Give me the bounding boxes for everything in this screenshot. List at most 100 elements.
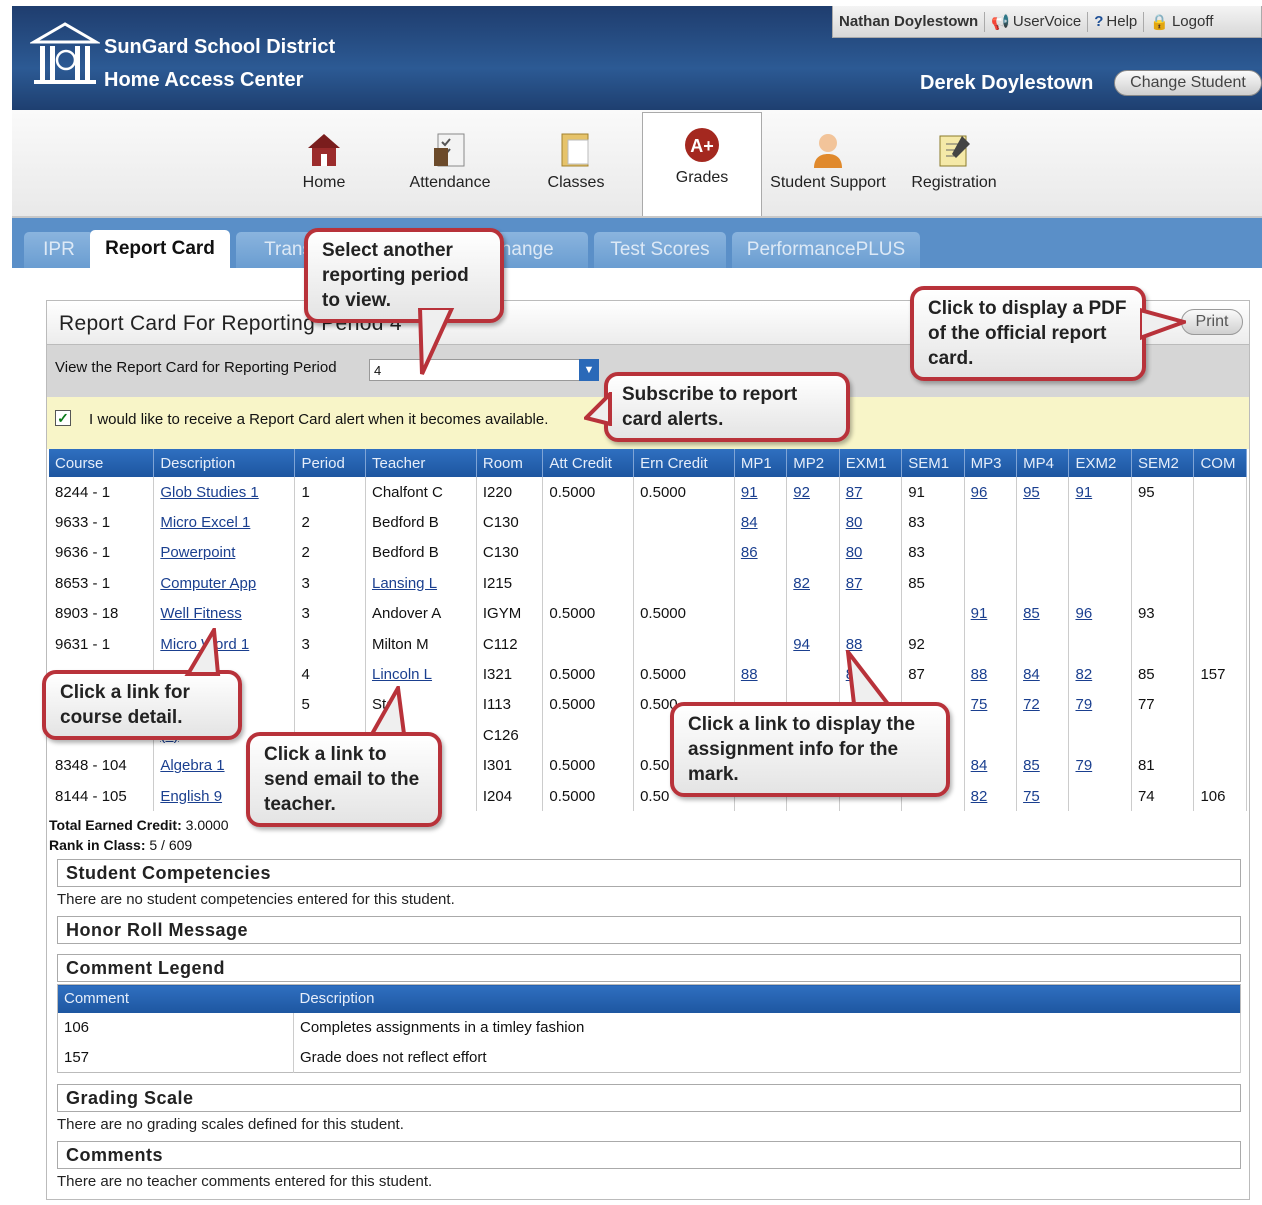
- mark-link[interactable]: 91: [1075, 484, 1092, 501]
- mark-link[interactable]: 92: [793, 484, 810, 501]
- mark-link[interactable]: 85: [1023, 757, 1040, 774]
- table-row: 9633 - 1 Micro Excel 1 2 Bedford B C130 84 80 8…: [49, 507, 1247, 538]
- col-att-credit: Att Credit: [542, 449, 635, 477]
- tab-report-card[interactable]: Report Card: [90, 230, 230, 268]
- reporting-period-label: View the Report Card for Reporting Perio…: [55, 359, 337, 376]
- cell-mp4: [1016, 507, 1070, 538]
- teacher-email-link[interactable]: Lincoln L: [372, 666, 432, 683]
- mark-link[interactable]: 80: [846, 514, 863, 531]
- mark-link[interactable]: 91: [971, 605, 988, 622]
- mark-link[interactable]: 79: [1075, 696, 1092, 713]
- help-link[interactable]: ? Help: [1088, 11, 1145, 32]
- tab-test-scores[interactable]: Test Scores: [594, 232, 726, 268]
- col-period: Period: [294, 449, 366, 477]
- cell-mp4: 72: [1016, 689, 1070, 721]
- cell-description: Micro Excel 1: [153, 507, 296, 538]
- table-row: 9636 - 1 Powerpoint 2 Bedford B C130 86 80 83: [49, 537, 1247, 569]
- change-student-button[interactable]: Change Student: [1114, 70, 1262, 96]
- mark-link[interactable]: 80: [846, 544, 863, 561]
- mark-link[interactable]: 88: [741, 666, 758, 683]
- legend-desc: Completes assignments in a timley fashio…: [293, 1012, 1241, 1043]
- course-link[interactable]: Well Fitness: [160, 605, 241, 622]
- mark-link[interactable]: 84: [1023, 666, 1040, 683]
- grading-scale-header: Grading Scale: [57, 1084, 1241, 1112]
- cell-exm1: 87: [839, 568, 903, 599]
- logoff-label: Logoff: [1171, 13, 1214, 30]
- col-mp4: MP4: [1016, 449, 1070, 477]
- cell-mp4: [1016, 628, 1070, 660]
- mark-link[interactable]: 79: [1075, 757, 1092, 774]
- cell-exm2: [1068, 507, 1132, 538]
- cell-course: 9631 - 1: [49, 628, 155, 660]
- mark-link[interactable]: 82: [793, 575, 810, 592]
- cell-att-credit: [542, 720, 635, 751]
- mark-link[interactable]: 84: [741, 514, 758, 531]
- cell-description: Micro Word 1: [153, 628, 296, 660]
- mark-link[interactable]: 96: [1075, 605, 1092, 622]
- tab-ipr[interactable]: IPR: [24, 232, 94, 268]
- mark-link[interactable]: 96: [971, 484, 988, 501]
- nav-student-support[interactable]: Student Support: [768, 118, 888, 216]
- nav-home[interactable]: Home: [264, 118, 384, 216]
- cell-com: [1193, 598, 1247, 629]
- course-link[interactable]: Micro Excel 1: [160, 514, 250, 531]
- callout-print: Click to display a PDF of the official r…: [910, 286, 1146, 381]
- cell-teacher: Chalfont C: [365, 477, 477, 508]
- course-link[interactable]: Glob Studies 1: [160, 484, 258, 501]
- callout-email-teacher: Click a link to send email to the teache…: [246, 732, 442, 827]
- cell-room: I215: [476, 568, 544, 599]
- mark-link[interactable]: 82: [971, 788, 988, 805]
- nav-grades[interactable]: A+ Grades: [642, 112, 762, 216]
- callout-course-detail: Click a link for course detail.: [42, 670, 242, 740]
- cell-mp4: [1016, 720, 1070, 751]
- nav-registration-label: Registration: [911, 174, 997, 191]
- course-link[interactable]: English 9: [160, 788, 222, 805]
- logoff-link[interactable]: 🔒 Logoff: [1144, 12, 1219, 32]
- course-link[interactable]: Algebra 1: [160, 757, 224, 774]
- mark-link[interactable]: 87: [846, 575, 863, 592]
- cell-mp3: [964, 568, 1018, 599]
- cell-mp2: [786, 598, 840, 629]
- mark-link[interactable]: 88: [971, 666, 988, 683]
- cell-mp2: [786, 507, 840, 538]
- mark-link[interactable]: 91: [741, 484, 758, 501]
- tab-performanceplus[interactable]: PerformancePLUS: [732, 232, 920, 268]
- mark-link[interactable]: 84: [971, 757, 988, 774]
- mark-link[interactable]: 82: [1075, 666, 1092, 683]
- uservoice-label: UserVoice: [1012, 13, 1082, 30]
- mark-link[interactable]: 87: [846, 484, 863, 501]
- course-link[interactable]: Powerpoint: [160, 544, 235, 561]
- mark-link[interactable]: 75: [971, 696, 988, 713]
- cell-mp1: 88: [734, 659, 788, 690]
- cell-period: 3: [294, 568, 366, 599]
- uservoice-link[interactable]: 📢 UserVoice: [985, 11, 1089, 32]
- cell-course: 8903 - 18: [49, 598, 155, 629]
- course-link[interactable]: Computer App: [160, 575, 256, 592]
- cell-mp4: 75: [1016, 780, 1070, 812]
- chevron-down-icon[interactable]: ▼: [579, 359, 599, 381]
- mark-link[interactable]: 85: [1023, 605, 1040, 622]
- cell-room: I301: [476, 750, 544, 781]
- nav-classes[interactable]: Classes: [516, 118, 636, 216]
- mark-link[interactable]: 94: [793, 636, 810, 653]
- nav-registration[interactable]: Registration: [894, 118, 1014, 216]
- rank-label: Rank in Class:: [49, 837, 146, 853]
- cell-period: 2: [294, 537, 366, 569]
- earned-credit-label: Total Earned Credit:: [49, 817, 182, 833]
- col-exm2: EXM2: [1068, 449, 1132, 477]
- table-row: 8144 - 105English 9HI2040.50000.50827574…: [49, 780, 1247, 812]
- mark-link[interactable]: 75: [1023, 788, 1040, 805]
- competencies-text: There are no student competencies entere…: [57, 891, 455, 908]
- reporting-period-select[interactable]: 4: [369, 359, 599, 381]
- alert-checkbox[interactable]: ✓: [55, 410, 71, 426]
- teacher-email-link[interactable]: Lansing L: [372, 575, 437, 592]
- home-icon: [308, 134, 340, 166]
- print-button[interactable]: Print: [1181, 309, 1243, 335]
- cell-sem2: 77: [1131, 689, 1195, 721]
- nav-attendance[interactable]: Attendance: [390, 118, 510, 216]
- mark-link[interactable]: 86: [741, 544, 758, 561]
- credit-totals: Total Earned Credit: 3.0000 Rank in Clas…: [49, 815, 228, 855]
- mark-link[interactable]: 95: [1023, 484, 1040, 501]
- cell-att-credit: [542, 507, 635, 538]
- mark-link[interactable]: 72: [1023, 696, 1040, 713]
